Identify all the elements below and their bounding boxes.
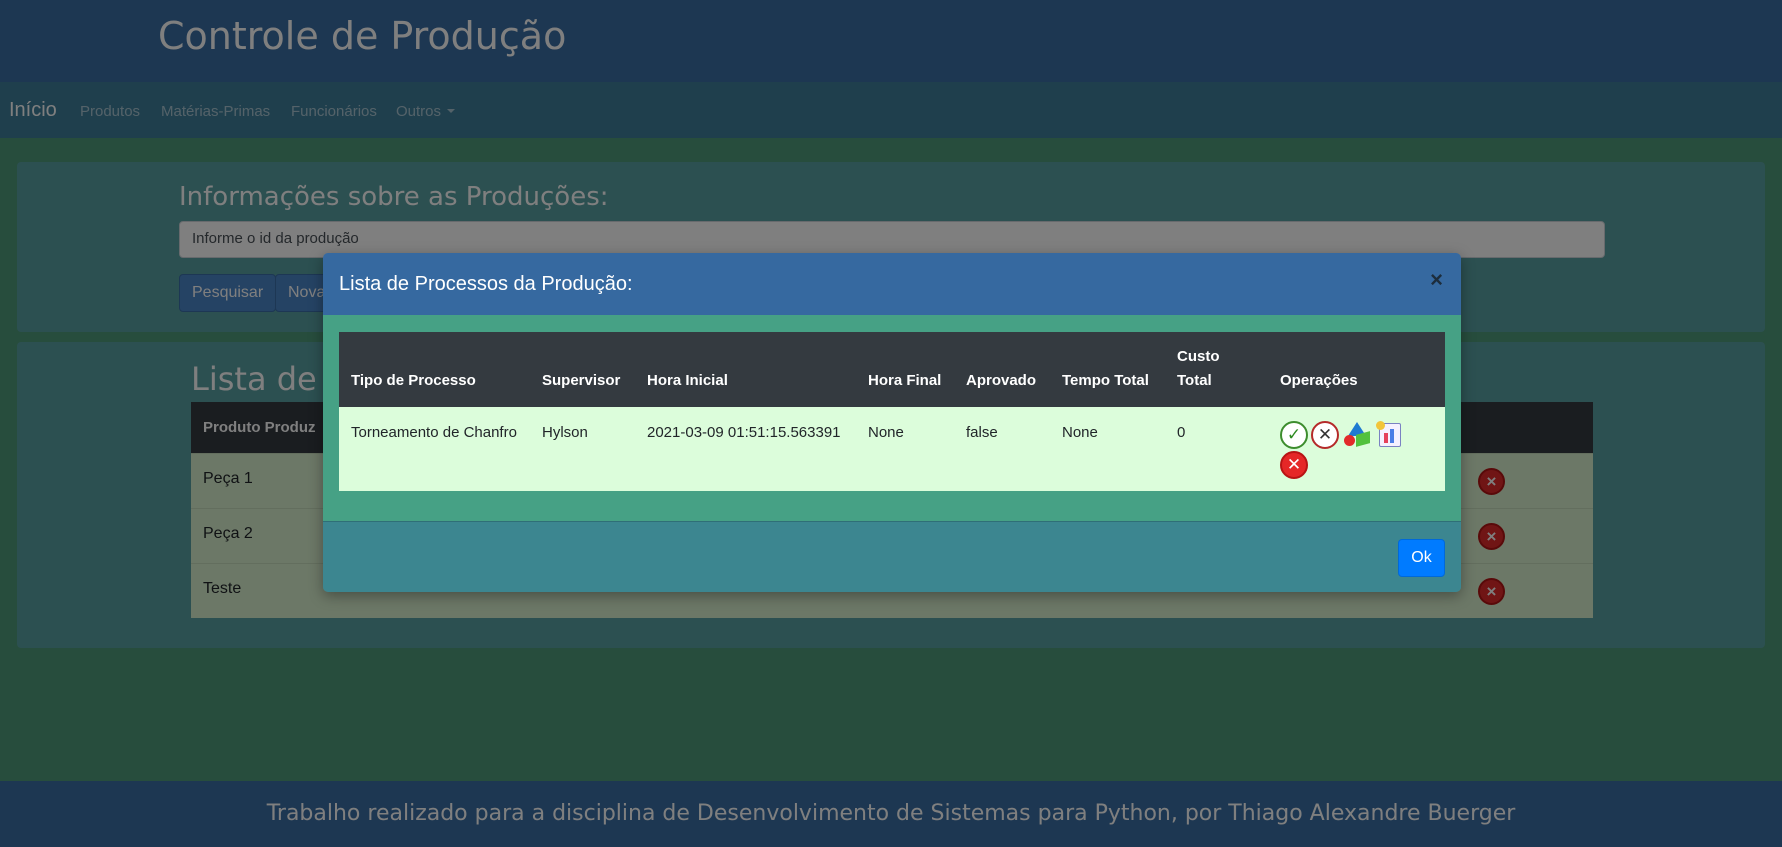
col-header-aprovado: Aprovado	[954, 332, 1050, 407]
processes-table-header: Tipo de Processo Supervisor Hora Inicial…	[339, 332, 1445, 407]
approve-icon[interactable]: ✓	[1280, 421, 1308, 449]
shapes-icon[interactable]	[1342, 421, 1372, 449]
cell-aprovado: false	[954, 407, 1050, 491]
cell-hora-inicial: 2021-03-09 01:51:15.563391	[635, 407, 856, 491]
col-header-hora-final: Hora Final	[856, 332, 954, 407]
col-header-hora-inicial: Hora Inicial	[635, 332, 856, 407]
cell-hora-final: None	[856, 407, 954, 491]
operations-group: ✓ ✕ ✕	[1280, 421, 1410, 479]
report-icon[interactable]	[1375, 421, 1405, 449]
ok-button[interactable]: Ok	[1398, 539, 1445, 577]
cell-operacoes: ✓ ✕ ✕	[1268, 407, 1445, 491]
cell-custo-total: 0	[1165, 407, 1268, 491]
table-row: Torneamento de Chanfro Hylson 2021-03-09…	[339, 407, 1445, 491]
reject-icon[interactable]: ✕	[1311, 421, 1339, 449]
processes-modal: Lista de Processos da Produção: × Tipo d…	[323, 253, 1461, 592]
col-header-tipo: Tipo de Processo	[339, 332, 530, 407]
col-header-tempo-total: Tempo Total	[1050, 332, 1165, 407]
modal-body: Tipo de Processo Supervisor Hora Inicial…	[323, 315, 1461, 521]
close-icon[interactable]: ×	[1430, 269, 1443, 291]
modal-footer: Ok	[323, 521, 1461, 592]
modal-title: Lista de Processos da Produção:	[339, 273, 633, 295]
delete-icon[interactable]: ✕	[1280, 451, 1308, 479]
col-header-operacoes: Operações	[1268, 332, 1445, 407]
cell-tipo: Torneamento de Chanfro	[339, 407, 530, 491]
processes-table: Tipo de Processo Supervisor Hora Inicial…	[339, 332, 1445, 491]
cell-supervisor: Hylson	[530, 407, 635, 491]
modal-header: Lista de Processos da Produção: ×	[323, 253, 1461, 315]
col-header-custo-total: Custo Total	[1165, 332, 1268, 407]
cell-tempo-total: None	[1050, 407, 1165, 491]
col-header-supervisor: Supervisor	[530, 332, 635, 407]
